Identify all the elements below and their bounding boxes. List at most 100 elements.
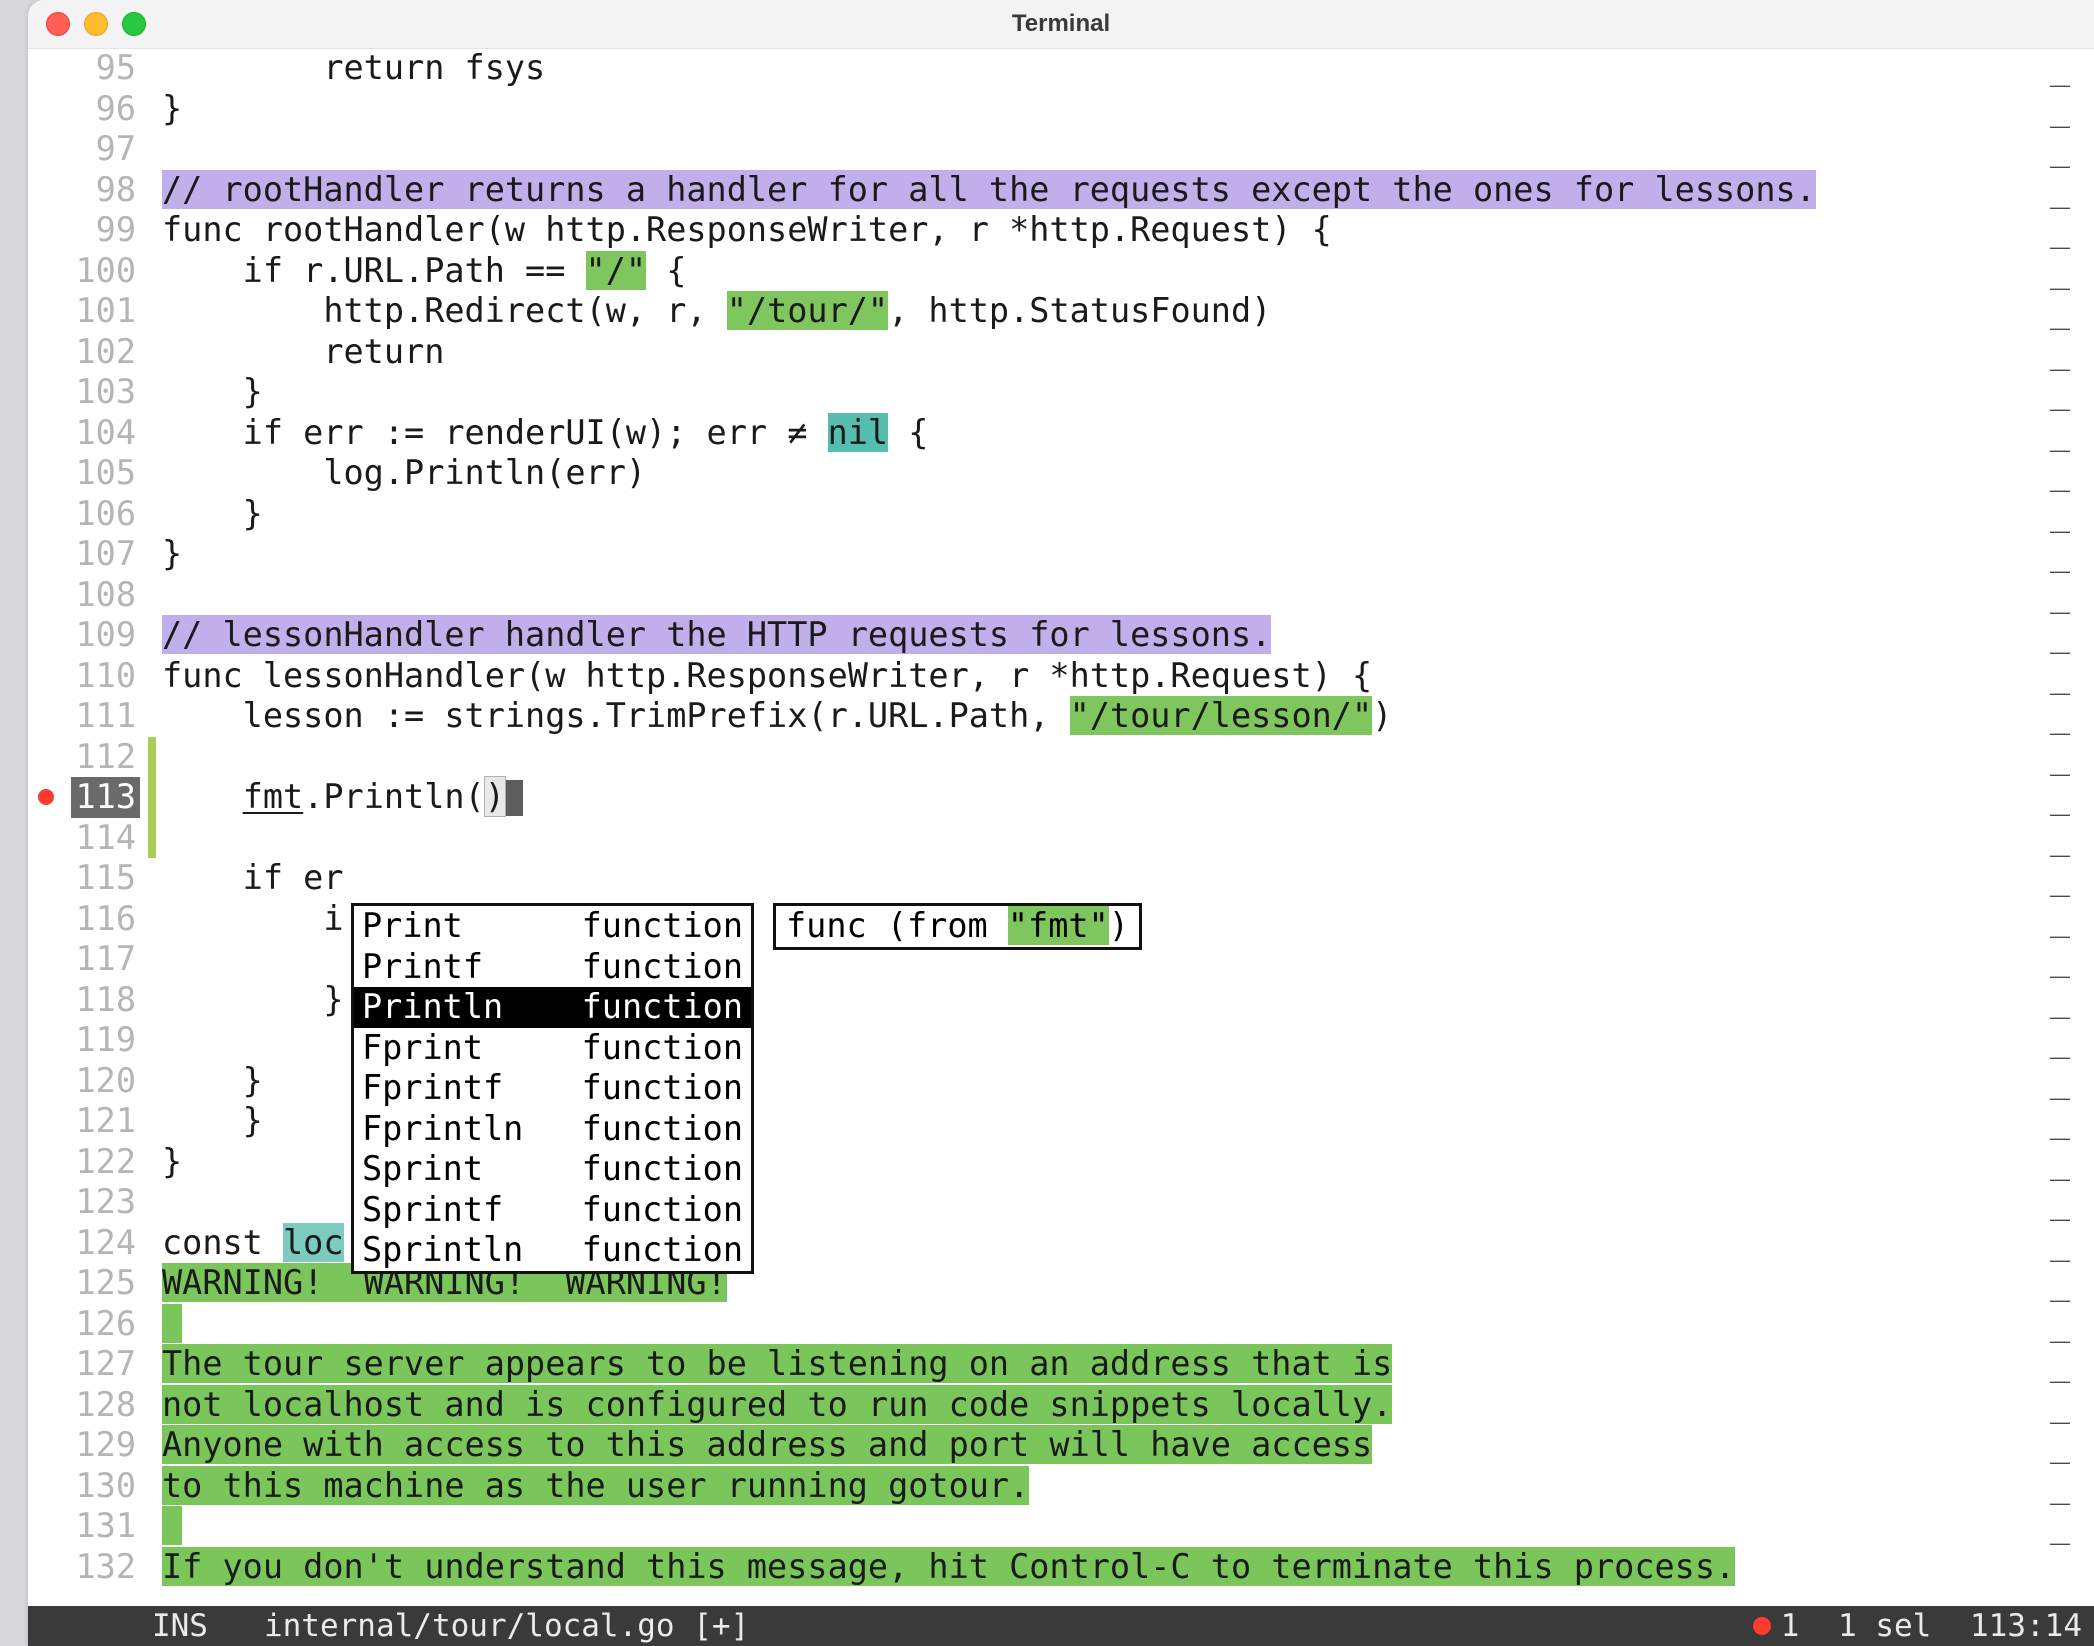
code-line[interactable]: 109// lessonHandler handler the HTTP req… xyxy=(28,615,2094,656)
editor-area[interactable]: 95 return fsys_96}_97_98// rootHandler r… xyxy=(28,48,2094,1646)
status-selection: 1 sel xyxy=(1838,1606,1931,1646)
gutter: 101 xyxy=(28,291,148,332)
code-content[interactable]: return xyxy=(156,332,2094,373)
code-content[interactable]: Anyone with access to this address and p… xyxy=(156,1425,2094,1466)
code-content[interactable]: to this machine as the user running goto… xyxy=(156,1466,2094,1507)
completion-item[interactable]: Sprintfunction xyxy=(354,1149,751,1190)
code-line[interactable]: 122}_ xyxy=(28,1142,2094,1183)
code-content[interactable]: fmt.Println() xyxy=(156,777,2094,818)
change-stripe xyxy=(148,737,156,778)
code-line[interactable]: 102 return_ xyxy=(28,332,2094,373)
code-line[interactable]: 103 }_ xyxy=(28,372,2094,413)
line-number: 123 xyxy=(75,1182,136,1223)
code-content[interactable]: lesson := strings.TrimPrefix(r.URL.Path,… xyxy=(156,696,2094,737)
code-line[interactable]: 130to this machine as the user running g… xyxy=(28,1466,2094,1507)
breakpoint-icon[interactable] xyxy=(38,789,54,805)
code-line[interactable]: 120 }_ xyxy=(28,1061,2094,1102)
completion-item[interactable]: Fprintlnfunction xyxy=(354,1109,751,1150)
code-line[interactable]: 104 if err := renderUI(w); err ≠ nil {_ xyxy=(28,413,2094,454)
completion-item[interactable]: Printfunction xyxy=(354,906,751,947)
completion-kind: function xyxy=(582,1028,743,1069)
completion-kind: function xyxy=(582,987,743,1028)
code-content[interactable]: // rootHandler returns a handler for all… xyxy=(156,170,2094,211)
code-content[interactable] xyxy=(156,1304,2094,1345)
code-line[interactable]: 97_ xyxy=(28,129,2094,170)
code-segment: } xyxy=(162,1061,263,1100)
code-content[interactable] xyxy=(156,737,2094,778)
code-line[interactable]: 126 _ xyxy=(28,1304,2094,1345)
code-content[interactable]: // lessonHandler handler the HTTP reques… xyxy=(156,615,2094,656)
line-number: 126 xyxy=(75,1304,136,1345)
change-stripe xyxy=(148,777,156,818)
code-line[interactable]: 115 if er_ xyxy=(28,858,2094,899)
gutter: 106 xyxy=(28,494,148,535)
code-content[interactable] xyxy=(156,818,2094,859)
code-line[interactable]: 110func lessonHandler(w http.ResponseWri… xyxy=(28,656,2094,697)
line-number: 113 xyxy=(71,777,140,818)
code-segment: lesson := strings.TrimPrefix(r.URL.Path, xyxy=(162,696,1070,735)
change-stripe xyxy=(148,48,156,89)
code-line[interactable]: 118 }_ xyxy=(28,980,2094,1021)
code-line[interactable]: 128not localhost and is configured to ru… xyxy=(28,1385,2094,1426)
code-line[interactable]: 127The tour server appears to be listeni… xyxy=(28,1344,2094,1385)
gutter: 127 xyxy=(28,1344,148,1385)
completion-popup[interactable]: PrintfunctionPrintffunctionPrintlnfuncti… xyxy=(351,903,754,1274)
code-line[interactable]: 108_ xyxy=(28,575,2094,616)
code-line[interactable]: 125WARNING! WARNING! WARNING!_ xyxy=(28,1263,2094,1304)
change-stripe xyxy=(148,413,156,454)
code-content[interactable]: if r.URL.Path == "/" { xyxy=(156,251,2094,292)
code-content[interactable]: return fsys xyxy=(156,48,2094,89)
code-line[interactable]: 106 }_ xyxy=(28,494,2094,535)
code-line[interactable]: 123_ xyxy=(28,1182,2094,1223)
code-line[interactable]: 129Anyone with access to this address an… xyxy=(28,1425,2094,1466)
code-line[interactable]: 119_ xyxy=(28,1020,2094,1061)
code-line[interactable]: 107}_ xyxy=(28,534,2094,575)
code-content[interactable]: if er xyxy=(156,858,2094,899)
code-content[interactable]: if err := renderUI(w); err ≠ nil { xyxy=(156,413,2094,454)
code-content[interactable]: not localhost and is configured to run c… xyxy=(156,1385,2094,1426)
diagnostic-dot-icon xyxy=(1753,1617,1771,1635)
code-line[interactable]: 99func rootHandler(w http.ResponseWriter… xyxy=(28,210,2094,251)
code-line[interactable]: 121 }_ xyxy=(28,1101,2094,1142)
code-line[interactable]: 113 fmt.Println()_ xyxy=(28,777,2094,818)
code-content[interactable]: } xyxy=(156,494,2094,535)
completion-label: Print xyxy=(362,906,463,947)
line-number: 101 xyxy=(75,291,136,332)
code-line[interactable]: 96}_ xyxy=(28,89,2094,130)
code-line[interactable]: 112_ xyxy=(28,737,2094,778)
code-content[interactable]: log.Println(err) xyxy=(156,453,2094,494)
eol-marker-icon: _ xyxy=(2050,1425,2070,1466)
completion-item[interactable]: Fprintffunction xyxy=(354,1068,751,1109)
code-content[interactable]: func rootHandler(w http.ResponseWriter, … xyxy=(156,210,2094,251)
code-line[interactable]: 114_ xyxy=(28,818,2094,859)
code-segment: if err := renderUI(w); err ≠ xyxy=(162,413,828,452)
code-line[interactable]: 98// rootHandler returns a handler for a… xyxy=(28,170,2094,211)
gutter: 96 xyxy=(28,89,148,130)
change-stripe xyxy=(148,89,156,130)
code-line[interactable]: 105 log.Println(err)_ xyxy=(28,453,2094,494)
change-stripe xyxy=(148,1385,156,1426)
completion-item[interactable]: Printlnfunction xyxy=(354,987,751,1028)
code-line[interactable]: 131 _ xyxy=(28,1506,2094,1547)
code-line[interactable]: 124const loc_ xyxy=(28,1223,2094,1264)
code-content[interactable] xyxy=(156,129,2094,170)
code-line[interactable]: 100 if r.URL.Path == "/" {_ xyxy=(28,251,2094,292)
code-line[interactable]: 101 http.Redirect(w, r, "/tour/", http.S… xyxy=(28,291,2094,332)
code-content[interactable]: The tour server appears to be listening … xyxy=(156,1344,2094,1385)
code-content[interactable]: func lessonHandler(w http.ResponseWriter… xyxy=(156,656,2094,697)
code-line[interactable]: 95 return fsys_ xyxy=(28,48,2094,89)
change-stripe xyxy=(148,1020,156,1061)
completion-item[interactable]: Sprintffunction xyxy=(354,1190,751,1231)
code-content[interactable] xyxy=(156,1506,2094,1547)
code-line[interactable]: 111 lesson := strings.TrimPrefix(r.URL.P… xyxy=(28,696,2094,737)
completion-item[interactable]: Fprintfunction xyxy=(354,1028,751,1069)
code-content[interactable]: } xyxy=(156,372,2094,413)
code-content[interactable] xyxy=(156,575,2094,616)
gutter: 122 xyxy=(28,1142,148,1183)
code-content[interactable]: } xyxy=(156,534,2094,575)
gutter: 131 xyxy=(28,1506,148,1547)
code-content[interactable]: http.Redirect(w, r, "/tour/", http.Statu… xyxy=(156,291,2094,332)
completion-item[interactable]: Printffunction xyxy=(354,947,751,988)
code-content[interactable]: } xyxy=(156,89,2094,130)
completion-item[interactable]: Sprintlnfunction xyxy=(354,1230,751,1271)
